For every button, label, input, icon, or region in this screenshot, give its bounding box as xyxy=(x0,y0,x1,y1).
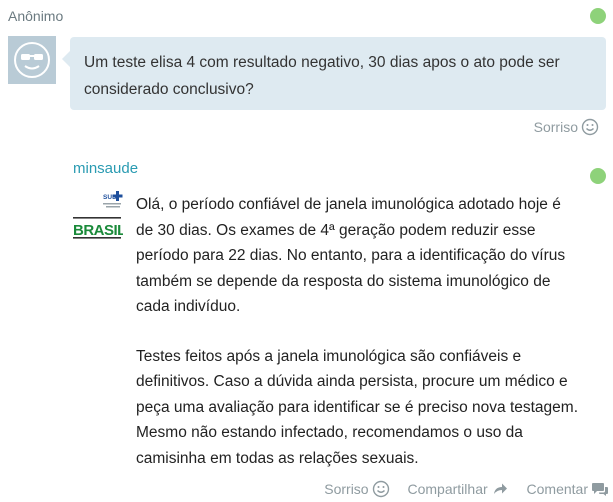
smile-label: Sorriso xyxy=(533,119,578,135)
answer-actions: Sorriso Compartilhar Comentar xyxy=(310,480,609,498)
question-text: Um teste elisa 4 com resultado negativo,… xyxy=(84,54,560,98)
comment-button[interactable]: Comentar xyxy=(527,480,609,498)
comment-bubbles-icon xyxy=(592,483,608,496)
share-arrow-icon xyxy=(493,483,507,494)
answer-paragraph: Testes feitos após a janela imunológica … xyxy=(136,347,578,467)
anonymous-avatar-icon xyxy=(8,36,56,84)
question-actions: Sorriso xyxy=(534,118,599,136)
answer-author-link[interactable]: minsaude xyxy=(73,160,138,177)
question-bubble: Um teste elisa 4 com resultado negativo,… xyxy=(62,37,606,110)
share-button[interactable]: Compartilhar xyxy=(408,480,509,498)
smile-label: Sorriso xyxy=(324,481,369,497)
smiley-icon xyxy=(581,118,599,136)
ministry-logo: SUS BRASIL xyxy=(73,189,127,241)
answer-paragraph: Olá, o período confiável de janela imuno… xyxy=(136,196,566,315)
avatar[interactable] xyxy=(8,36,56,84)
online-status-dot xyxy=(590,8,606,24)
logo-brasil-text: BRASIL xyxy=(73,222,123,239)
answer-text: Olá, o período confiável de janela imuno… xyxy=(136,192,580,495)
sus-brasil-logo-icon: SUS BRASIL xyxy=(73,191,127,239)
smile-button[interactable]: Sorriso xyxy=(534,118,599,136)
smiley-icon xyxy=(372,480,389,498)
online-status-dot xyxy=(590,168,606,184)
comment-label: Comentar xyxy=(526,481,588,497)
smile-button[interactable]: Sorriso xyxy=(324,480,389,498)
share-label: Compartilhar xyxy=(407,481,488,497)
question-author: Anônimo xyxy=(8,8,64,24)
